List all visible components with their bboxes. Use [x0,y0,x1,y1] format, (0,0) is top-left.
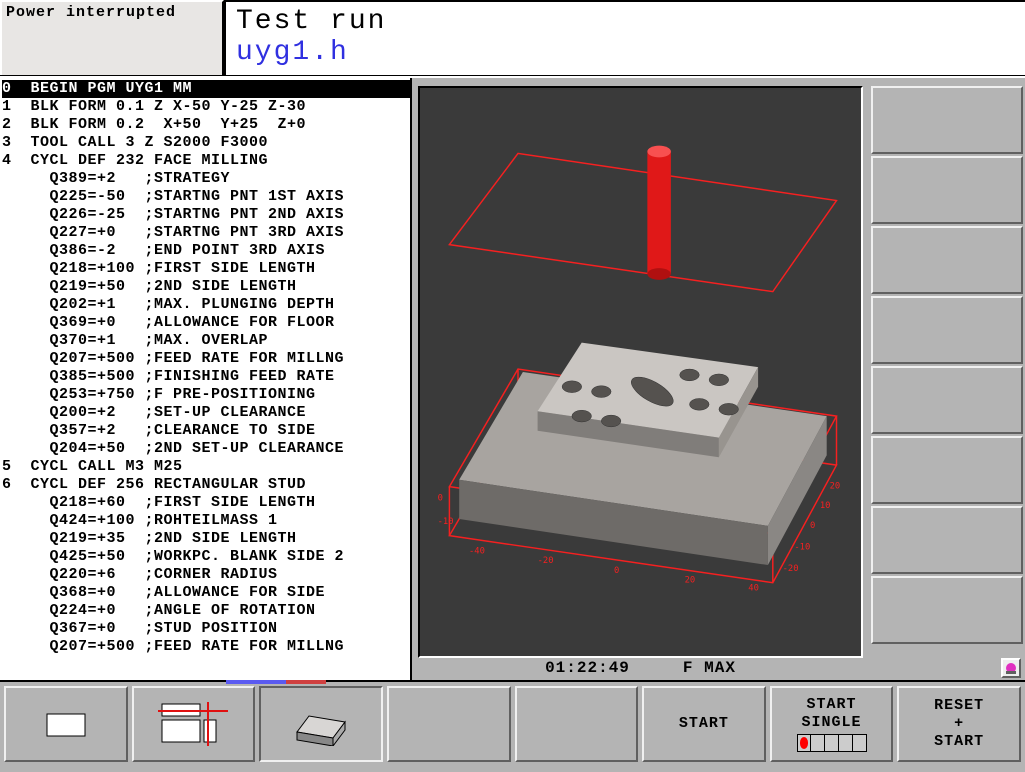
iso-view-icon [289,702,353,746]
svg-text:40: 40 [748,584,759,594]
softkey-r8[interactable] [871,576,1023,644]
softkey-r6[interactable] [871,436,1023,504]
svg-text:-20: -20 [538,556,554,566]
softkey-r2[interactable] [871,156,1023,224]
svg-text:20: 20 [685,576,696,586]
code-line[interactable]: Q219=+35 ;2ND SIDE LENGTH [2,530,410,548]
bottom-softkey-row: START START SINGLE RESET + START [0,680,1025,766]
code-line[interactable]: Q227=+0 ;STARTNG PNT 3RD AXIS [2,224,410,242]
code-line[interactable]: 0 BEGIN PGM UYG1 MM [2,80,410,98]
softkey-view-3plane[interactable] [132,686,256,762]
status-box: Power interrupted [0,0,224,75]
svg-text:-20: -20 [783,564,799,574]
code-line[interactable]: Q370=+1 ;MAX. OVERLAP [2,332,410,350]
svg-text:0: 0 [614,566,619,576]
svg-text:10: 10 [820,501,831,511]
softkey-start-single[interactable]: START SINGLE [770,686,894,762]
softkey-view-plan[interactable] [4,686,128,762]
svg-text:0: 0 [438,493,443,503]
start-single-label: START SINGLE [802,696,862,732]
nc-code-panel[interactable]: 0 BEGIN PGM UYG1 MM1 BLK FORM 0.1 Z X-50… [0,78,412,680]
code-line[interactable]: 2 BLK FORM 0.2 X+50 Y+25 Z+0 [2,116,410,134]
code-line[interactable]: Q200=+2 ;SET-UP CLEARANCE [2,404,410,422]
code-line[interactable]: Q424=+100 ;ROHTEILMASS 1 [2,512,410,530]
file-label: uyg1.h [236,37,1015,68]
code-line[interactable]: 5 CYCL CALL M3 M25 [2,458,410,476]
code-line[interactable]: Q367=+0 ;STUD POSITION [2,620,410,638]
code-line[interactable]: Q218=+60 ;FIRST SIDE LENGTH [2,494,410,512]
code-line[interactable]: Q389=+2 ;STRATEGY [2,170,410,188]
code-line[interactable]: Q207=+500 ;FEED RATE FOR MILLNG [2,350,410,368]
mode-label: Test run [236,6,1015,37]
right-softkey-column [869,78,1025,680]
modem-indicator-icon [1001,658,1021,678]
code-line[interactable]: Q225=-50 ;STARTNG PNT 1ST AXIS [2,188,410,206]
svg-text:-10: -10 [438,517,454,527]
softkey-r7[interactable] [871,506,1023,574]
svg-text:-10: -10 [794,542,810,552]
code-line[interactable]: Q202=+1 ;MAX. PLUNGING DEPTH [2,296,410,314]
code-line[interactable]: Q369=+0 ;ALLOWANCE FOR FLOOR [2,314,410,332]
svg-text:0: 0 [810,521,815,531]
softkey-view-3d[interactable] [259,686,383,762]
softkey-start[interactable]: START [642,686,766,762]
softkey-b5[interactable] [515,686,639,762]
code-line[interactable]: Q207=+500 ;FEED RATE FOR MILLNG [2,638,410,656]
code-line[interactable]: Q204=+50 ;2ND SET-UP CLEARANCE [2,440,410,458]
softkey-b4[interactable] [387,686,511,762]
status-line: 01:22:49 F MAX [412,658,869,680]
svg-text:-40: -40 [469,546,485,556]
code-line[interactable]: 3 TOOL CALL 3 Z S2000 F3000 [2,134,410,152]
code-line[interactable]: Q253=+750 ;F PRE-POSITIONING [2,386,410,404]
code-line[interactable]: Q226=-25 ;STARTNG PNT 2ND AXIS [2,206,410,224]
code-line[interactable]: Q224=+0 ;ANGLE OF ROTATION [2,602,410,620]
title-box: Test run uyg1.h [224,0,1025,75]
code-line[interactable]: Q386=-2 ;END POINT 3RD AXIS [2,242,410,260]
code-line[interactable]: Q220=+6 ;CORNER RADIUS [2,566,410,584]
code-line[interactable]: Q218=+100 ;FIRST SIDE LENGTH [2,260,410,278]
softkey-r5[interactable] [871,366,1023,434]
code-line[interactable]: Q219=+50 ;2ND SIDE LENGTH [2,278,410,296]
three-plane-icon [158,702,228,746]
elapsed-time: 01:22:49 [545,659,630,677]
softkey-reset-start[interactable]: RESET + START [897,686,1021,762]
feed-display: F MAX [683,659,736,677]
code-line[interactable]: Q385=+500 ;FINISHING FEED RATE [2,368,410,386]
code-line[interactable]: 1 BLK FORM 0.1 Z X-50 Y-25 Z-30 [2,98,410,116]
simulation-viewport[interactable]: -40 -20 0 20 40 -20 -10 0 10 20 -10 0 [418,86,863,658]
softkey-r3[interactable] [871,226,1023,294]
code-line[interactable]: Q425=+50 ;WORKPC. BLANK SIDE 2 [2,548,410,566]
svg-text:20: 20 [830,482,841,492]
softkey-r1[interactable] [871,86,1023,154]
code-line[interactable]: 4 CYCL DEF 232 FACE MILLING [2,152,410,170]
code-line[interactable]: 6 CYCL DEF 256 RECTANGULAR STUD [2,476,410,494]
softkey-r4[interactable] [871,296,1023,364]
workpiece-3d-icon: -40 -20 0 20 40 -20 -10 0 10 20 -10 0 [420,88,861,656]
single-step-icon [797,734,867,752]
plan-view-icon [41,706,91,742]
softkey-row-indicator [226,680,326,684]
code-line[interactable]: Q357=+2 ;CLEARANCE TO SIDE [2,422,410,440]
code-line[interactable]: Q368=+0 ;ALLOWANCE FOR SIDE [2,584,410,602]
